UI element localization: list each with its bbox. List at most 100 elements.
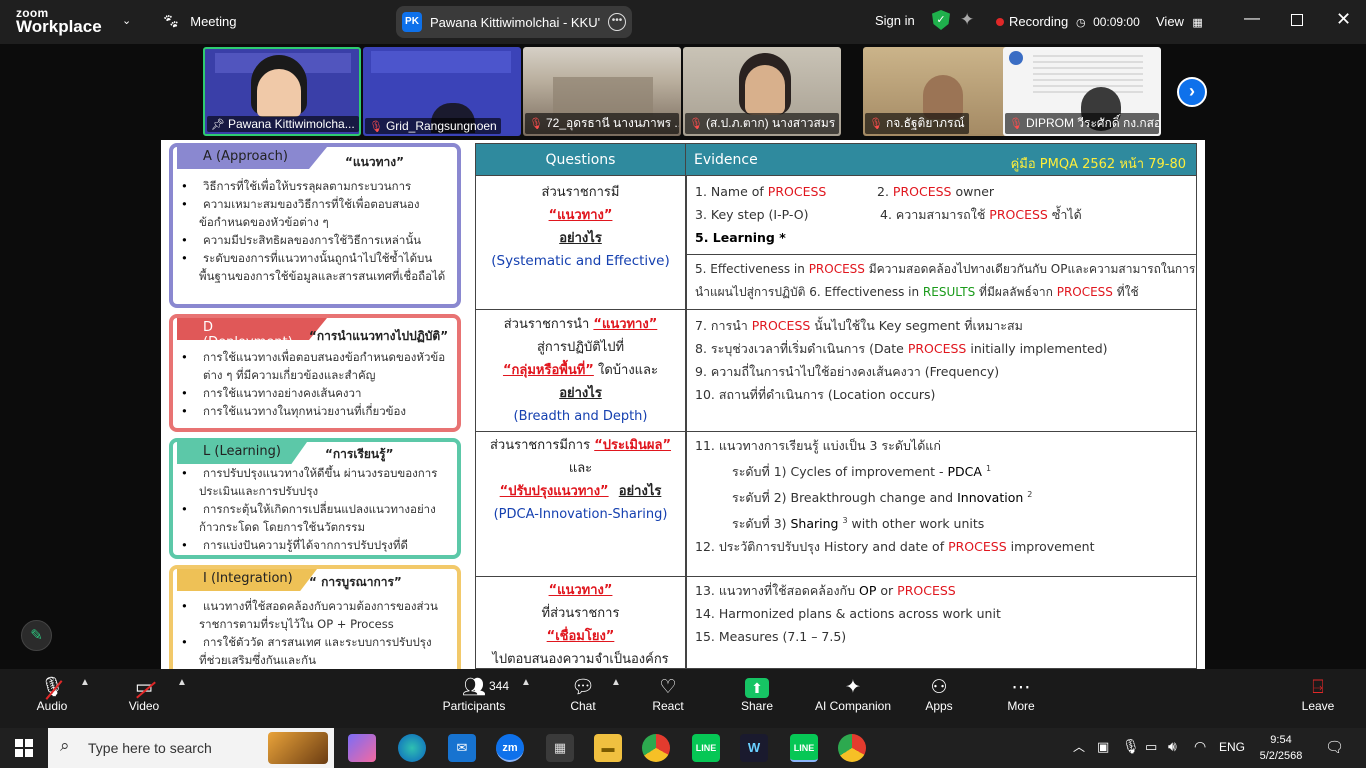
bullet-item: ก้าวกระโดด โดยการใช้นวัตกรรม xyxy=(199,520,366,534)
deployment-box: D (Deployment) “การนำแนวทางไปปฏิบัติ” กา… xyxy=(169,314,461,432)
bullet-item: การปรับปรุงแนวทางให้ดีขึ้น ผ่านวงรอบของก… xyxy=(181,464,451,482)
notifications-icon[interactable]: 🗨︎ xyxy=(1325,738,1344,756)
sparkle-icon[interactable]: ✦ xyxy=(960,10,974,30)
participant-count: 344 xyxy=(489,679,510,693)
restore-icon[interactable] xyxy=(1291,14,1303,26)
bullet-item: วิธีการที่ใช้เพื่อให้บรรลุผลตามกระบวนการ xyxy=(181,177,451,195)
bullet-item: ระดับของการที่แนวทางนั้นถูกนำไปใช้ซ้ำได้… xyxy=(181,249,451,267)
video-label: Video xyxy=(128,699,160,713)
more-button[interactable]: ⋯ More xyxy=(998,669,1044,728)
meeting-timer: ◷ 00:09:00 xyxy=(1076,13,1140,31)
box-header: D (Deployment) xyxy=(177,318,327,340)
participant-tile[interactable]: 🎙︎ (ส.ป.ภ.ตาก) นางสาวสมร ... xyxy=(683,47,841,136)
line-app-icon[interactable]: LINE xyxy=(692,734,720,762)
file-explorer-icon[interactable]: ▬ xyxy=(594,734,622,762)
muted-mic-icon: 🎙︎ xyxy=(1009,118,1023,130)
participant-name: 🎙︎ กจ.ธัฐติยาภรณ์ xyxy=(865,113,969,134)
bullet-item: พื้นฐานของการใช้ข้อมูลและสารสนเทศที่เชื่… xyxy=(199,269,446,283)
volume-icon[interactable]: 🔊︎ xyxy=(1168,738,1177,755)
react-button[interactable]: ♡ React xyxy=(646,669,690,728)
participant-tile[interactable]: 📌︎ Pawana Kittiwimolcha... xyxy=(203,47,361,136)
mail-icon[interactable]: ✉ xyxy=(448,734,476,762)
video-options-caret-icon[interactable]: ▲ xyxy=(177,677,187,688)
participant-name: 📌︎ Pawana Kittiwimolcha... xyxy=(207,116,359,132)
zoom-meeting-window: zoom Workplace ⌄ 🐾︎ Meeting PK Pawana Ki… xyxy=(0,0,1366,768)
copilot-icon[interactable] xyxy=(348,734,376,762)
bullet-item: ข้อกำหนดของหัวข้อต่าง ๆ xyxy=(199,215,329,229)
share-button[interactable]: ⬆ Share xyxy=(734,669,780,728)
minimize-icon[interactable]: — xyxy=(1244,10,1260,28)
windows-start-icon[interactable] xyxy=(15,739,33,757)
row-learning-question: ส่วนราชการมีการ “ประเมินผล” และ “ปรับปรุ… xyxy=(475,432,686,577)
calculator-icon[interactable]: ▦ xyxy=(546,734,574,762)
mic-tray-icon[interactable]: 🎙︎ xyxy=(1122,738,1140,755)
meeting-title: Pawana Kittiwimolchai - KKU's sc xyxy=(430,15,600,30)
ai-companion-button[interactable]: ✦ AI Companion xyxy=(810,669,896,728)
wifi-icon[interactable]: ◠ xyxy=(1194,738,1206,755)
bullet-item: แนวทางที่ใช้สอดคล้องกับความต้องการของส่ว… xyxy=(181,597,451,615)
next-page-arrow-icon[interactable]: › xyxy=(1177,77,1207,107)
audio-button[interactable]: 🎙︎ Audio xyxy=(30,669,74,728)
webex-icon[interactable]: W xyxy=(740,734,768,762)
battery-icon[interactable]: ▭ xyxy=(1145,739,1157,755)
line-app-icon-active[interactable]: LINE xyxy=(790,734,818,762)
participant-tile[interactable]: 🎙︎ DIPROM วีระศักดิ์ กง.กสอ. xyxy=(1003,47,1161,136)
bullet-item: การใช้แนวทางในทุกหน่วยงานที่เกี่ยวข้อง xyxy=(181,402,451,420)
audio-label: Audio xyxy=(36,699,68,713)
chat-button[interactable]: 💬︎ Chat xyxy=(562,669,604,728)
annotate-pencil-icon[interactable]: ✎ xyxy=(21,620,52,651)
bullet-item: การใช้ตัววัด สารสนเทศ และระบบการปรับปรุง xyxy=(181,633,451,651)
participant-tile[interactable]: 🎙︎ 72_อุดรธานี นางนภาพร ... xyxy=(523,47,681,136)
participants-button[interactable]: 👥︎ 344 Participants xyxy=(436,669,512,728)
record-dot-icon xyxy=(996,18,1004,26)
chrome-icon[interactable] xyxy=(642,734,670,762)
manual-reference: คู่มือ PMQA 2562 หน้า 79-80 xyxy=(1010,157,1186,172)
recording-indicator[interactable]: Recording xyxy=(996,13,1068,31)
more-options-icon[interactable]: ••• xyxy=(608,13,626,31)
leave-button[interactable]: ⍈ Leave xyxy=(1296,669,1340,728)
zoom-logo: zoom Workplace xyxy=(16,6,102,36)
taskbar-search[interactable]: ⌕ Type here to search xyxy=(48,728,334,768)
meeting-info-pill[interactable]: PK Pawana Kittiwimolchai - KKU's sc ••• xyxy=(396,6,632,38)
close-icon[interactable]: ✕ xyxy=(1336,9,1351,30)
participant-tile[interactable]: 🎙︎ กจ.ธัฐติยาภรณ์ xyxy=(863,47,1021,136)
row-approach-question: ส่วนราชการมี “แนวทาง” อย่างไร (Systemati… xyxy=(475,176,686,310)
leave-label: Leave xyxy=(1301,699,1335,713)
ai-companion-label: AI Companion xyxy=(814,699,892,713)
sign-in-button[interactable]: Sign in xyxy=(875,13,915,28)
more-icon: ⋯ xyxy=(1011,677,1031,698)
video-button[interactable]: ▭ Video xyxy=(122,669,166,728)
share-arrow-icon: ⬆ xyxy=(734,669,780,699)
approach-box: A (Approach) “แนวทาง” วิธีการที่ใช้เพื่อ… xyxy=(169,143,461,308)
share-label: Share xyxy=(740,699,774,713)
participant-tile[interactable]: 🎙︎ Grid_Rangsungnoen xyxy=(363,47,521,136)
integration-box: I (Integration) “ การบูรณาการ” แนวทางที่… xyxy=(169,565,461,669)
timer-text: 00:09:00 xyxy=(1093,15,1140,29)
grid-icon: ▦ xyxy=(1192,17,1203,29)
bullet-list: วิธีการที่ใช้เพื่อให้บรรลุผลตามกระบวนการ… xyxy=(181,177,451,285)
chat-caret-icon[interactable]: ▲ xyxy=(611,677,621,688)
chrome-profile-icon[interactable] xyxy=(838,734,866,762)
chevron-down-icon[interactable]: ⌄ xyxy=(122,14,131,27)
camera-tray-icon[interactable]: ▣ xyxy=(1097,739,1109,755)
bullet-item: ความเหมาะสมของวิธีการที่ใช้เพื่อตอบสนอง xyxy=(181,195,451,213)
language-indicator[interactable]: ENG xyxy=(1219,740,1245,754)
box-header: I (Integration) xyxy=(177,569,317,591)
participant-name: 🎙︎ Grid_Rangsungnoen xyxy=(365,118,501,134)
shared-slide: A (Approach) “แนวทาง” วิธีการที่ใช้เพื่อ… xyxy=(161,140,1205,669)
meeting-menu[interactable]: 🐾︎ Meeting xyxy=(162,13,236,31)
participants-caret-icon[interactable]: ▲ xyxy=(521,677,531,688)
clock[interactable]: 9:54 5/2/2568 xyxy=(1256,732,1306,764)
view-button[interactable]: View ▦ xyxy=(1156,13,1203,31)
paw-icon: 🐾︎ xyxy=(162,13,180,29)
participant-name: 🎙︎ 72_อุดรธานี นางนภาพร ... xyxy=(525,113,679,134)
zoom-app-icon[interactable]: zm xyxy=(496,734,524,762)
participant-name: 🎙︎ (ส.ป.ภ.ตาก) นางสาวสมร ... xyxy=(685,113,839,134)
tray-expand-chevron-icon[interactable]: ︿ xyxy=(1073,738,1085,755)
audio-options-caret-icon[interactable]: ▲ xyxy=(80,677,90,688)
apps-button[interactable]: ⚇ Apps xyxy=(918,669,960,728)
logo-product: Workplace xyxy=(16,17,102,36)
bullet-item: ความมีประสิทธิผลของการใช้วิธีการเหล่านั้… xyxy=(181,231,451,249)
shield-check-icon[interactable]: ✓ xyxy=(932,10,950,30)
edge-browser-icon[interactable] xyxy=(398,734,426,762)
